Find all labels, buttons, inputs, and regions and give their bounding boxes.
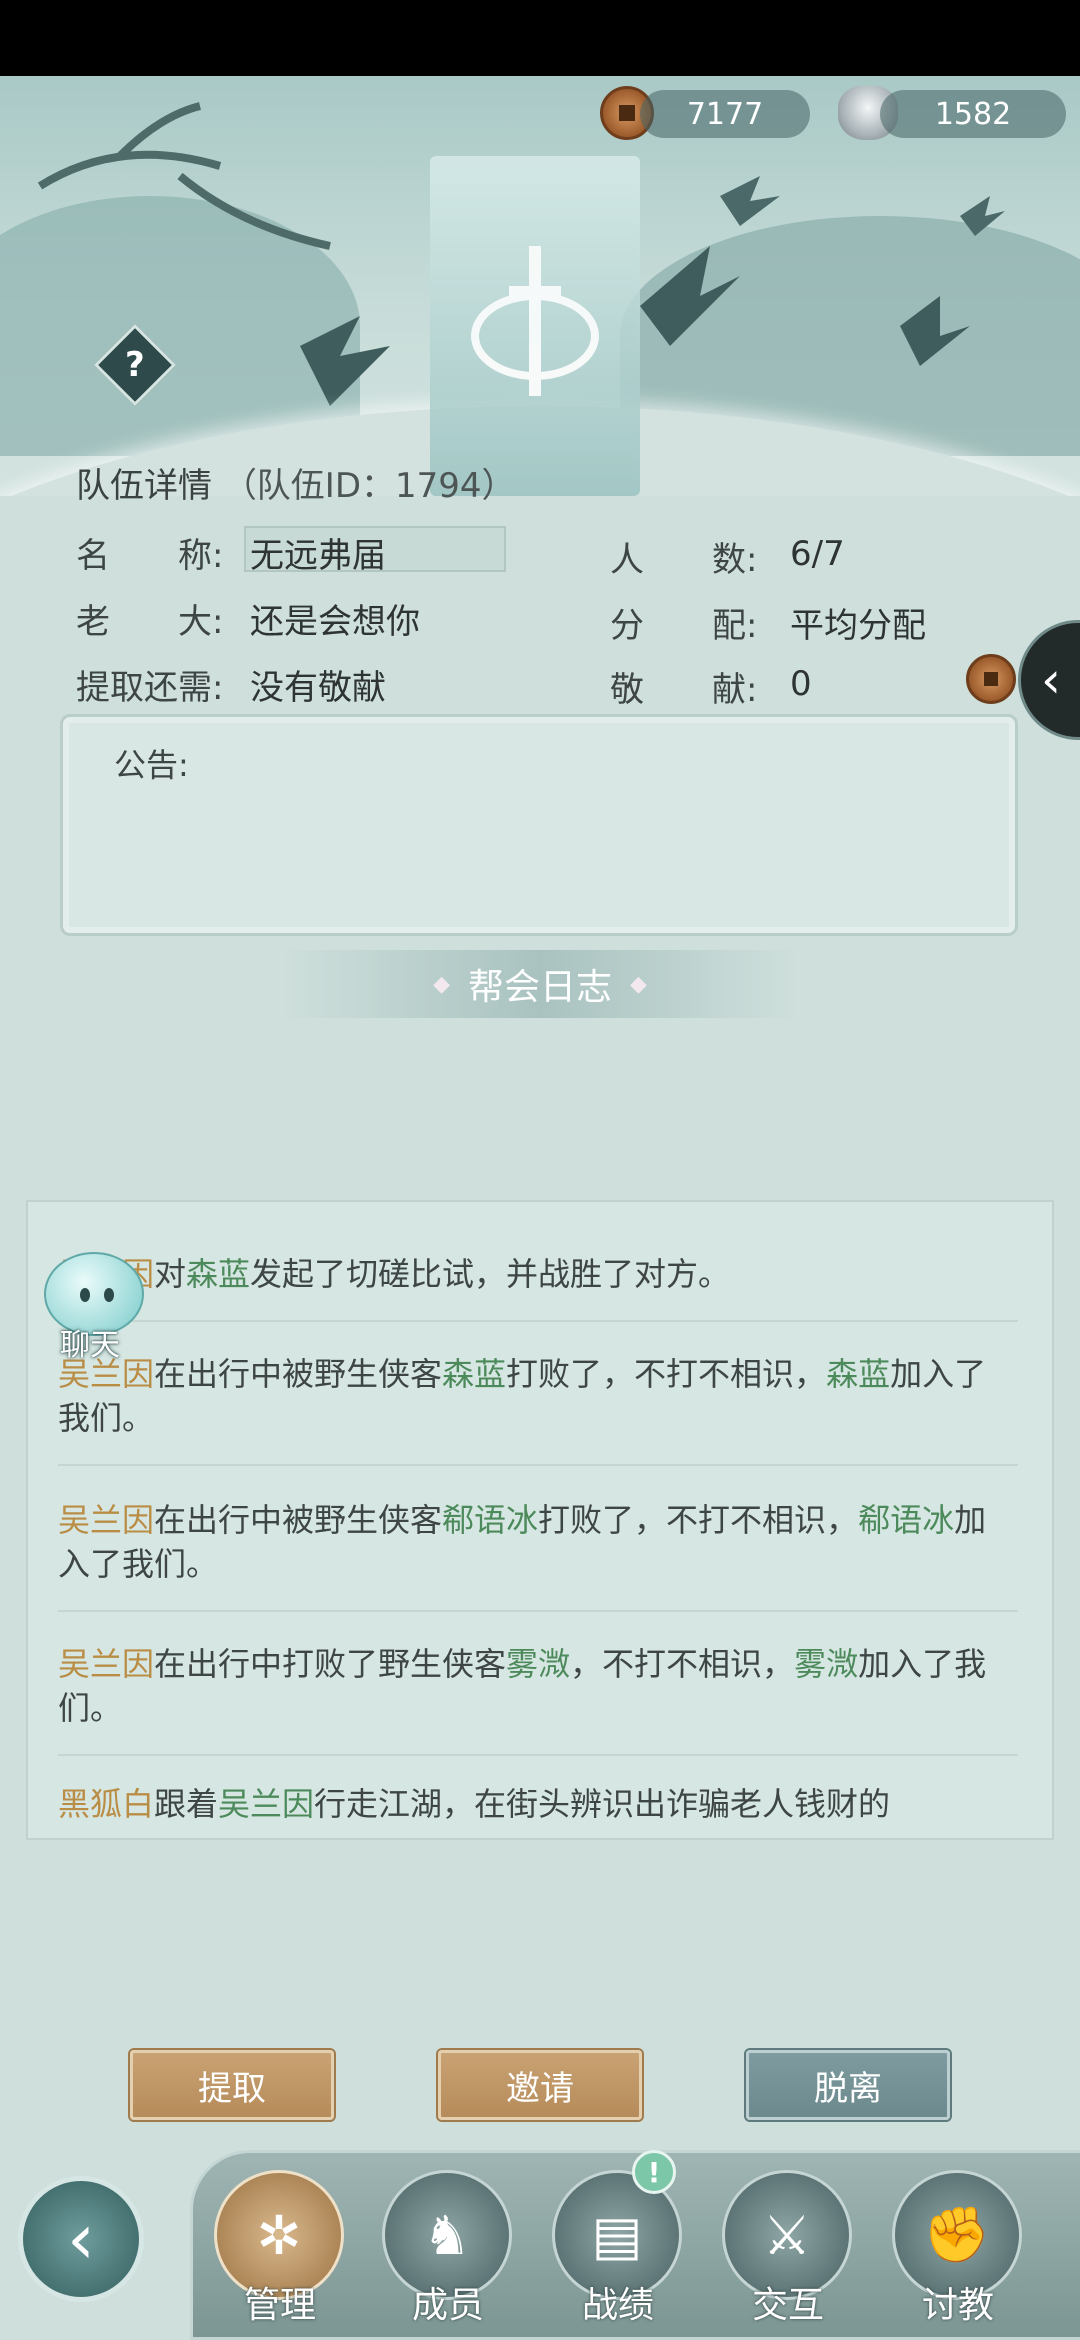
side-coin-icon[interactable] xyxy=(966,654,1016,704)
log-text: 在出行中打败了野生侠客 xyxy=(154,1645,507,1683)
log-entry: 吴兰因在出行中打败了野生侠客雾溦，不打不相识，雾溦加入了我们。 xyxy=(58,1642,1018,1756)
log-entry: 吴兰因对森蓝发起了切磋比试，并战胜了对方。 xyxy=(58,1252,1018,1322)
leader-label: 老 大: xyxy=(76,602,224,642)
npc-name: 雾溦 xyxy=(506,1645,571,1683)
log-text: ，不打不相识， xyxy=(570,1645,795,1683)
log-text: 对 xyxy=(154,1255,187,1293)
log-text: 打败了，不打不相识， xyxy=(538,1501,859,1539)
invite-button[interactable]: 邀请 xyxy=(438,2050,642,2120)
sword-emblem-icon xyxy=(471,246,599,396)
npc-name: 吴兰因 xyxy=(218,1785,315,1823)
log-text: 在出行中被野生侠客 xyxy=(154,1501,443,1539)
npc-name: 森蓝 xyxy=(826,1355,891,1393)
nav-label: 交互 xyxy=(751,2285,824,2326)
side-panel-toggle[interactable]: ‹ xyxy=(1018,620,1080,740)
diamond-icon: ◆ xyxy=(630,971,647,997)
npc-name: 雾溦 xyxy=(794,1645,859,1683)
distribution-value: 平均分配 xyxy=(790,606,926,646)
log-text: 发起了切磋比试，并战胜了对方。 xyxy=(250,1255,731,1293)
leave-button[interactable]: 脱离 xyxy=(746,2050,950,2120)
guild-log-list[interactable]: 吴兰因对森蓝发起了切磋比试，并战胜了对方。吴兰因在出行中被野生侠客森蓝打败了，不… xyxy=(26,1200,1054,1840)
player-name: 吴兰因 xyxy=(58,1645,155,1683)
back-arrow-icon: ‹ xyxy=(67,2198,95,2280)
nav-label: 管理 xyxy=(243,2285,316,2326)
announcement-box xyxy=(60,714,1018,936)
nav-label: 讨教 xyxy=(921,2285,994,2326)
nav-item-record[interactable]: ▤ 战绩 xyxy=(552,2170,684,2340)
player-name: 吴兰因 xyxy=(58,1501,155,1539)
nav-item-interact[interactable]: ⚔ 交互 xyxy=(722,2170,854,2340)
member-count-value: 6/7 xyxy=(790,534,845,574)
distribution-label: 分 配: xyxy=(610,606,758,646)
log-text: 跟着 xyxy=(154,1785,219,1823)
withdraw-button[interactable]: 提取 xyxy=(130,2050,334,2120)
npc-name: 郗语冰 xyxy=(858,1501,955,1539)
offering-label: 敬 献: xyxy=(610,670,758,710)
chat-eye xyxy=(80,1288,90,1302)
npc-name: 郗语冰 xyxy=(442,1501,539,1539)
withdraw-requirement-label: 提取还需: xyxy=(76,668,224,708)
diamond-icon: ◆ xyxy=(433,971,450,997)
name-label: 名 称: xyxy=(76,536,224,576)
team-name-value[interactable]: 无远弗届 xyxy=(250,528,386,577)
leader-value: 还是会想你 xyxy=(250,602,420,642)
copper-balance: 7177 xyxy=(640,90,810,138)
status-bar xyxy=(0,0,1080,76)
log-text: 在出行中被野生侠客 xyxy=(154,1355,443,1393)
alert-badge: ! xyxy=(632,2150,676,2194)
announcement-label: 公告: xyxy=(114,746,189,784)
chevron-left-icon: ‹ xyxy=(1041,651,1061,709)
team-id: （队伍ID：1794） xyxy=(222,466,516,506)
npc-name: 森蓝 xyxy=(442,1355,507,1393)
log-entry: 吴兰因在出行中被野生侠客森蓝打败了，不打不相识，森蓝加入了我们。 xyxy=(58,1352,1018,1466)
npc-name: 森蓝 xyxy=(186,1255,251,1293)
nav-item-manage[interactable]: ✲ 管理 xyxy=(214,2170,346,2340)
log-text: 行走江湖，在街头辨识出诈骗老人钱财的 xyxy=(314,1785,891,1823)
header-banner xyxy=(0,76,1080,496)
nav-label: 战绩 xyxy=(581,2285,654,2326)
guild-log-header: ◆ 帮会日志 ◆ xyxy=(280,950,800,1018)
log-entry: 黑狐白跟着吴兰因行走江湖，在街头辨识出诈骗老人钱财的 xyxy=(58,1782,1018,1838)
silver-balance: 1582 xyxy=(880,90,1066,138)
guild-emblem xyxy=(430,156,640,496)
log-entry: 吴兰因在出行中被野生侠客郗语冰打败了，不打不相识，郗语冰加入了我们。 xyxy=(58,1498,1018,1612)
offering-value: 0 xyxy=(790,664,812,704)
guild-log-title: 帮会日志 xyxy=(467,967,612,1008)
withdraw-requirement-value: 没有敬献 xyxy=(250,668,386,708)
chat-eye xyxy=(104,1288,114,1302)
help-icon: ? xyxy=(125,344,145,385)
back-button[interactable]: ‹ xyxy=(18,2176,144,2302)
nav-item-spar[interactable]: ✊ 讨教 xyxy=(892,2170,1024,2340)
team-title: 队伍详情 xyxy=(76,466,212,506)
team-details-title: 队伍详情 （队伍ID：1794） xyxy=(76,458,516,507)
chat-label[interactable]: 聊天 xyxy=(60,1320,120,1364)
nav-item-members[interactable]: ♞ 成员 xyxy=(382,2170,514,2340)
log-text: 打败了，不打不相识， xyxy=(506,1355,827,1393)
player-name: 黑狐白 xyxy=(58,1785,155,1823)
member-count-label: 人 数: xyxy=(610,540,758,580)
nav-label: 成员 xyxy=(411,2285,484,2326)
